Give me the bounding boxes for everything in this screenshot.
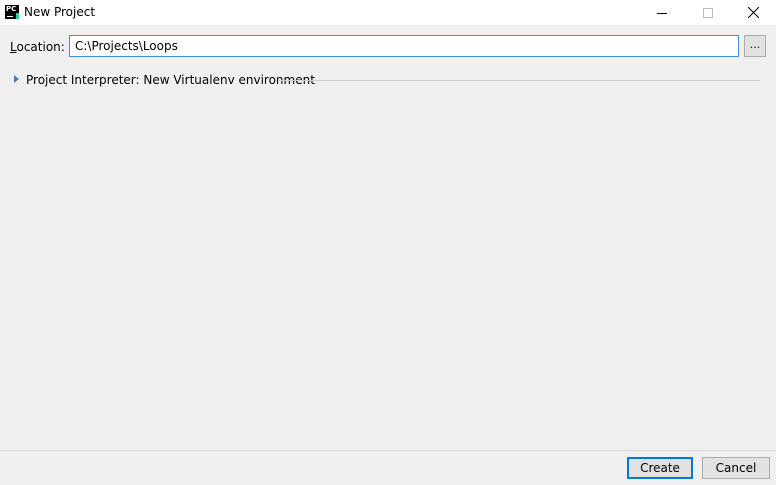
location-input[interactable] (69, 35, 739, 57)
window-title: New Project (24, 5, 96, 19)
location-label-text: ocation: (16, 40, 65, 54)
title-bar: PC New Project (0, 0, 776, 25)
cancel-button[interactable]: Cancel (702, 457, 770, 479)
pycharm-icon: PC (5, 5, 19, 19)
interpreter-section-toggle[interactable]: Project Interpreter: New Virtualenv envi… (14, 72, 760, 88)
minimize-icon (657, 12, 667, 14)
interpreter-section-label: Project Interpreter: New Virtualenv envi… (26, 73, 315, 87)
close-icon (747, 7, 759, 18)
maximize-button[interactable] (685, 0, 731, 25)
create-button[interactable]: Create (627, 457, 693, 479)
close-button[interactable] (730, 0, 776, 25)
footer-divider (0, 450, 776, 451)
expand-arrow-icon (14, 75, 19, 83)
minimize-button[interactable] (639, 0, 685, 25)
location-label: Location: (10, 40, 65, 54)
browse-button[interactable]: ... (744, 35, 766, 57)
maximize-icon (703, 7, 713, 18)
section-divider (278, 80, 760, 81)
